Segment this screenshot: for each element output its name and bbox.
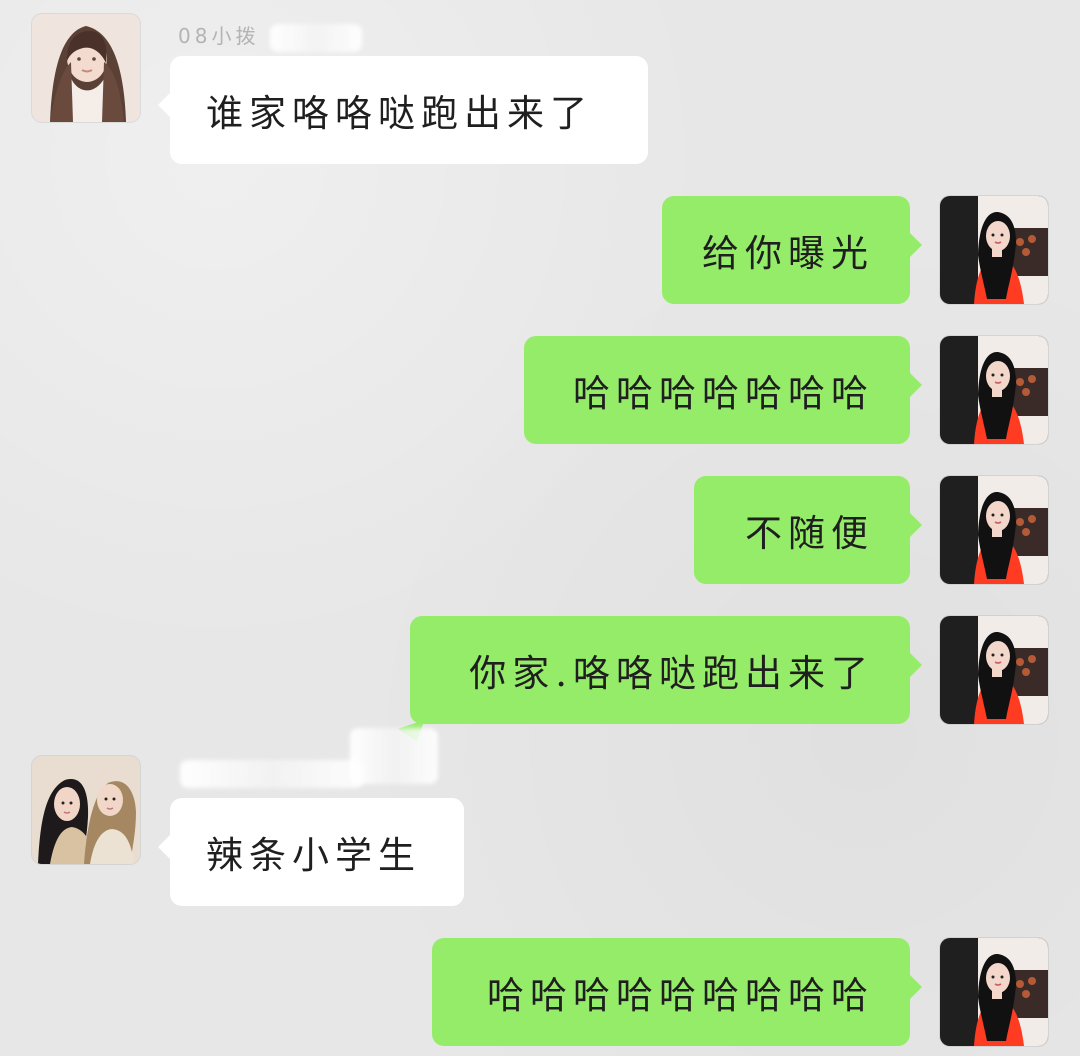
avatar-icon-girl-red-sweater[interactable] xyxy=(940,476,1048,584)
avatar-icon-girl-dark-hair[interactable] xyxy=(32,14,140,122)
message-text: 给你曝光 xyxy=(702,232,874,275)
avatar-icon-girl-red-sweater[interactable] xyxy=(940,336,1048,444)
message-text: 哈哈哈哈哈哈哈 xyxy=(573,372,874,415)
outgoing-message-bubble[interactable]: 哈哈哈哈哈哈哈 xyxy=(524,336,922,444)
name-redaction xyxy=(180,760,364,788)
sender-name: 08小拨 xyxy=(178,24,260,48)
avatar-icon-girl-red-sweater[interactable] xyxy=(940,938,1048,1046)
message-text: 辣条小学生 xyxy=(206,834,421,877)
message-text: 哈哈哈哈哈哈哈哈哈 xyxy=(487,974,874,1017)
chat-window: 08小拨 谁家咯咯哒跑出来了 给你曝光 哈哈哈哈哈哈哈 不随便 你家.咯咯哒跑出… xyxy=(0,0,1080,1056)
avatar-icon-girl-red-sweater[interactable] xyxy=(940,616,1048,724)
outgoing-message-bubble[interactable]: 哈哈哈哈哈哈哈哈哈 xyxy=(432,938,922,1046)
outgoing-message-bubble[interactable]: 不随便 xyxy=(694,476,922,584)
outgoing-message-bubble[interactable]: 给你曝光 xyxy=(662,196,922,304)
incoming-message-bubble[interactable]: 辣条小学生 xyxy=(158,798,464,906)
message-text: 你家.咯咯哒跑出来了 xyxy=(469,652,874,695)
name-redaction xyxy=(350,728,438,784)
avatar-icon-girl-red-sweater[interactable] xyxy=(940,196,1048,304)
name-redaction xyxy=(270,24,362,52)
avatar-icon-two-girls[interactable] xyxy=(32,756,140,864)
incoming-message-bubble[interactable]: 谁家咯咯哒跑出来了 xyxy=(158,56,648,164)
message-text: 不随便 xyxy=(745,512,874,555)
outgoing-message-bubble[interactable]: 你家.咯咯哒跑出来了 xyxy=(410,616,922,724)
message-text: 谁家咯咯哒跑出来了 xyxy=(206,92,593,135)
